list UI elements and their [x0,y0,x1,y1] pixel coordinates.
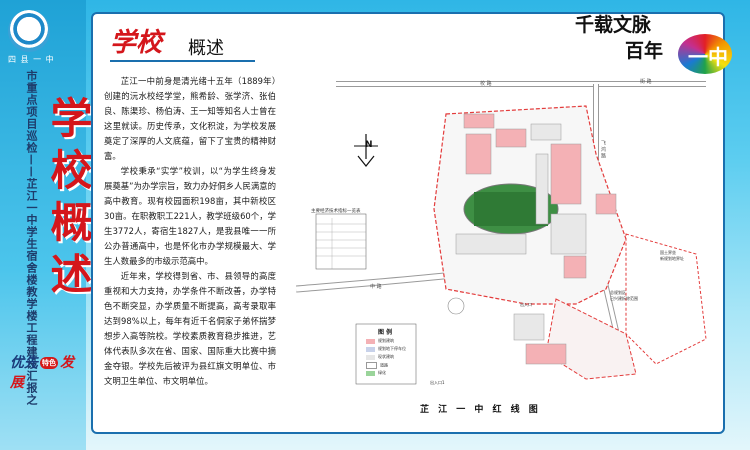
title-divider [110,60,255,62]
legend-swatch [366,354,375,360]
sidebar-title: 学校概述 [44,96,93,304]
indicator-table-title: 主要经济技术指标一览表 [311,209,361,214]
sidebar: 四 县 一 中 市重点项目巡检——芷江一中学生宿舍楼教学楼工程建设汇报之 学校概… [0,0,93,450]
legend-swatch [366,346,375,352]
road-label: 飞 鸿 路 [600,140,606,159]
legend-item: 绿化 [366,370,386,376]
legend-title: 图 例 [378,329,393,336]
legend-item: 道路 [366,362,388,369]
paragraph-achievements: 近年来，学校得到省、市、县领导的高度重视和大力支持，办学条件不断改善，办学特色不… [104,271,276,386]
map-note: 已兴建拆除范围 [610,296,638,301]
legend-swatch [366,362,377,369]
school-logo [8,10,50,52]
tagline-line2: 百年 [625,40,664,62]
tagline-line1: 千载文脉 [575,14,652,36]
road-label: 街 路 [640,79,652,85]
panel-title-big: 学校 [110,28,163,58]
logo-text: 四 县 一 中 [8,55,55,64]
legend-item: 规划建筑 [366,338,394,344]
legend-swatch [366,370,375,376]
road-label: 中 路 [370,284,382,290]
legend-item: 规划地下停车位 [366,346,406,352]
legend-item: 现状建筑 [366,354,394,360]
map-note: 出入口 [520,302,532,307]
paragraph-mission: 学校秉承“实学”校训，以“为学生终身发展奠基”为办学宗旨，致力办好侗乡人民满意的… [104,166,276,266]
slogan-left: 优先 [10,355,38,371]
overview-text: 芷江一中前身是清光绪十五年（1889年）创建的沅水校经学堂，熊希龄、张学济、张伯… [104,74,276,389]
legend-swatch [366,338,375,344]
paragraph-history: 芷江一中前身是清光绪十五年（1889年）创建的沅水校经学堂，熊希龄、张学济、张伯… [104,76,276,161]
campus-site-map [296,74,716,394]
slogan: 优先 特色 发展 [10,352,86,392]
map-note: 出入口1 [430,380,445,385]
panel-title-small: 概述 [188,38,224,59]
north-arrow-label: N [365,140,373,150]
slogan-seal: 特色 [40,357,58,369]
map-caption: 芷 江 一 中 红 线 图 [420,405,541,415]
road-label: 校 路 [480,81,492,87]
centennial-logo-text: 一中 [688,45,728,69]
map-note: 新规划地界址 [660,256,684,261]
